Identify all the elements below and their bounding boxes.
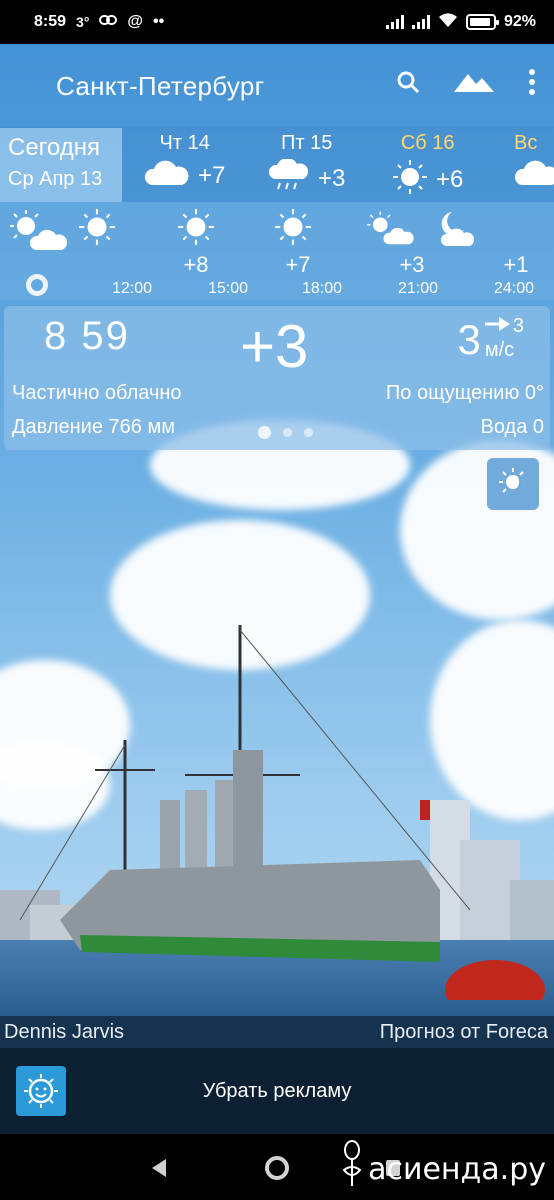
credits-bar: Dennis Jarvis Прогноз от Foreca bbox=[0, 1016, 554, 1048]
feels-like: По ощущению 0° bbox=[385, 382, 544, 404]
forecast-provider[interactable]: Прогноз от Foreca bbox=[380, 1021, 548, 1044]
battery-percent: 92% bbox=[503, 13, 536, 30]
current-time: 8 59 bbox=[44, 314, 130, 358]
condition-text: Частично облачно bbox=[12, 382, 182, 404]
pressure: Давление 766 мм bbox=[12, 416, 175, 438]
hourly-forecast: +8 +7 +3 +1 12:00 15:00 18:00 21:00 24:0… bbox=[0, 202, 554, 300]
status-bar: 8:59 3° @ •• 92% bbox=[0, 0, 554, 44]
sun-moon-button[interactable] bbox=[487, 458, 539, 510]
current-time-marker bbox=[26, 274, 48, 296]
more-vert-icon[interactable] bbox=[528, 68, 536, 101]
today-date: Ср Апр 13 bbox=[8, 168, 103, 190]
battery-icon bbox=[465, 14, 499, 30]
at-icon: @ bbox=[127, 13, 144, 30]
day-fri[interactable]: Пт 15 +3 bbox=[268, 132, 345, 198]
wind-speed: 3 bbox=[457, 316, 481, 363]
day-temp: +3 bbox=[318, 164, 346, 192]
status-time: 8:59 bbox=[34, 13, 67, 30]
hour-temp: +7 bbox=[285, 252, 311, 277]
day-temp: +7 bbox=[198, 161, 226, 189]
signal-icon-2 bbox=[411, 15, 430, 29]
back-icon[interactable] bbox=[150, 1158, 168, 1183]
remove-ads-bar[interactable]: Убрать рекламу bbox=[0, 1048, 554, 1134]
sun-icon bbox=[177, 208, 215, 251]
wifi-icon bbox=[438, 12, 458, 33]
day-name: Сб 16 bbox=[400, 132, 455, 154]
wind-gust: 3 bbox=[512, 315, 524, 337]
day-name: Чт 14 bbox=[159, 132, 210, 154]
wind-direction-icon bbox=[484, 316, 511, 336]
signal-icon bbox=[385, 15, 404, 29]
hour-time: 18:00 bbox=[301, 280, 343, 297]
current-conditions-card[interactable]: 8 59 +3 3 3 м/с Частично облачно По ощущ… bbox=[4, 306, 550, 450]
search-icon[interactable] bbox=[396, 70, 420, 99]
day-name: Пт 15 bbox=[281, 132, 333, 154]
hour-temp: +8 bbox=[183, 252, 209, 277]
hour-time: 15:00 bbox=[207, 280, 249, 297]
temperature-notification: 3° bbox=[76, 14, 90, 30]
city-title[interactable]: Санкт-Петербург bbox=[56, 71, 264, 102]
day-name: Вс bbox=[514, 132, 538, 154]
home-icon[interactable] bbox=[263, 1154, 291, 1187]
current-temp: +3 bbox=[240, 313, 309, 380]
day-sun[interactable]: Вс bbox=[514, 132, 554, 192]
hour-time: 12:00 bbox=[111, 280, 153, 297]
today-label: Сегодня bbox=[8, 134, 100, 161]
hour-time: 21:00 bbox=[397, 280, 439, 297]
more-notifications-icon: •• bbox=[153, 13, 165, 30]
cloud-icon bbox=[144, 159, 190, 192]
wind-block: 3 3 м/с bbox=[458, 316, 524, 364]
photo-author[interactable]: Dennis Jarvis bbox=[4, 1021, 124, 1044]
landscape-icon[interactable] bbox=[454, 70, 494, 99]
sun-icon bbox=[274, 208, 312, 251]
hour-temp: +3 bbox=[399, 252, 425, 277]
partly-cloudy-icon bbox=[6, 208, 70, 257]
cloud-icon bbox=[514, 159, 554, 192]
sun-icon bbox=[78, 208, 116, 251]
app-header: Санкт-Петербург bbox=[0, 44, 554, 128]
water-temp: Вода 0 bbox=[480, 416, 545, 438]
hour-time: 24:00 bbox=[493, 280, 535, 297]
page-indicator bbox=[258, 426, 313, 439]
remove-ads-label[interactable]: Убрать рекламу bbox=[0, 1080, 554, 1103]
watermark-logo-icon bbox=[340, 1140, 364, 1198]
link-icon bbox=[99, 13, 118, 31]
day-temp: +6 bbox=[436, 165, 464, 193]
hour-temp: +1 bbox=[503, 252, 529, 277]
wind-unit: м/с bbox=[484, 339, 515, 361]
sun-moon-icon bbox=[497, 466, 529, 503]
partly-cloudy-icon bbox=[364, 208, 416, 253]
day-sat[interactable]: Сб 16 +6 bbox=[392, 132, 463, 200]
day-thu[interactable]: Чт 14 +7 bbox=[144, 132, 225, 192]
today-tab[interactable]: Сегодня Ср Апр 13 bbox=[0, 128, 122, 202]
watermark: асиенда.ру bbox=[340, 1140, 546, 1198]
moon-cloud-icon bbox=[434, 208, 475, 253]
sun-icon bbox=[392, 159, 428, 200]
rain-cloud-icon bbox=[268, 158, 310, 198]
watermark-text: асиенда.ру bbox=[368, 1151, 546, 1187]
